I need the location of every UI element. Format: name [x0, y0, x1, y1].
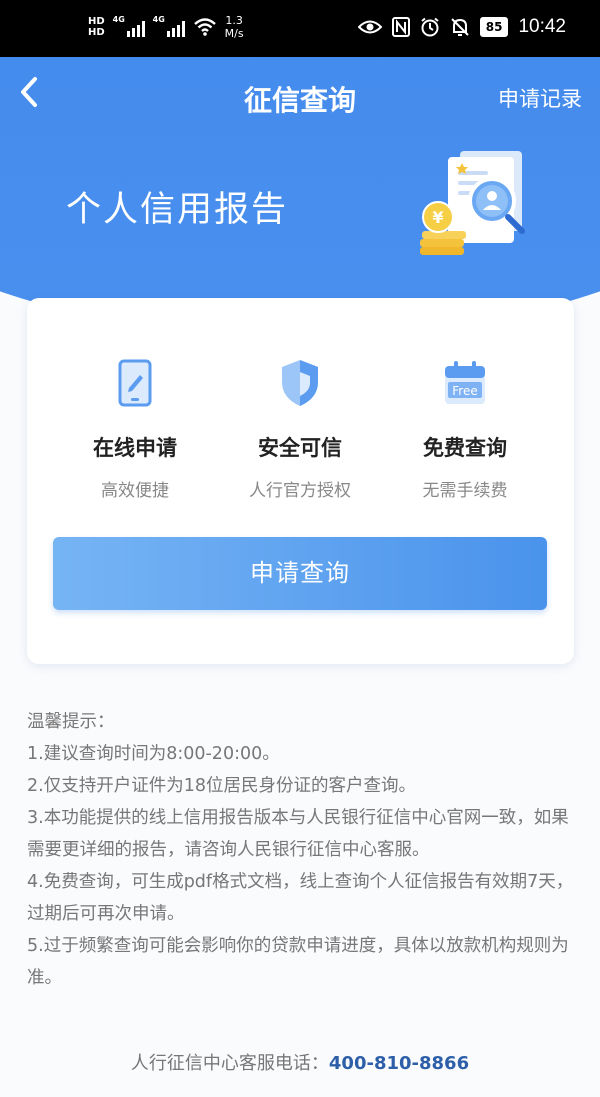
nfc-icon: [391, 17, 410, 37]
feature-subtitle: 高效便捷: [101, 481, 169, 501]
mute-bell-icon: [451, 18, 469, 36]
application-records-link[interactable]: 申请记录: [498, 83, 582, 113]
wifi-icon: [193, 18, 216, 36]
tips-title: 温馨提示：: [27, 712, 115, 732]
status-left: HD HD 4G 4G 1.3 M/s: [88, 14, 244, 40]
tips-section: 温馨提示： 1.建议查询时间为8:00-20:00。 2.仅支持开户证件为18位…: [27, 706, 579, 994]
free-icon-text: Free: [452, 384, 477, 398]
speed-unit: M/s: [224, 27, 244, 40]
status-bar: HD HD 4G 4G 1.3 M/s 85 10:42: [0, 0, 600, 57]
network-speed: 1.3 M/s: [225, 14, 244, 40]
status-right: 85 10:42: [357, 16, 566, 38]
feature-title: 在线申请: [93, 436, 177, 460]
credit-report-illustration: ¥: [420, 151, 525, 255]
tip-item: 1.建议查询时间为8:00-20:00。: [27, 744, 280, 764]
apply-query-button[interactable]: 申请查询: [53, 537, 547, 610]
hd-label-1: HD: [88, 16, 105, 27]
feature-free: Free 免费查询 无需手续费: [375, 358, 555, 501]
feature-subtitle: 无需手续费: [422, 481, 508, 501]
network-label-1: 4G: [112, 15, 125, 24]
feature-title: 安全可信: [258, 436, 342, 460]
customer-service-footer: 人行征信中心客服电话：400-810-8866: [0, 1049, 600, 1075]
svg-text:¥: ¥: [432, 208, 443, 227]
feature-subtitle: 人行官方授权: [249, 481, 351, 501]
free-calendar-icon: Free: [445, 361, 485, 404]
hotline-label: 人行征信中心客服电话：: [130, 1053, 329, 1074]
tip-item: 3.本功能提供的线上信用报告版本与人民银行征信中心官网一致，如果需要更详细的报告…: [27, 808, 569, 860]
eye-icon: [357, 20, 382, 34]
hd-indicators: HD HD: [88, 16, 105, 38]
tip-item: 5.过于频繁查询可能会影响你的贷款申请进度，具体以放款机构规则为准。: [27, 936, 569, 988]
feature-secure: 安全可信 人行官方授权: [210, 358, 390, 501]
battery-indicator: 85: [479, 17, 509, 37]
speed-value: 1.3: [225, 14, 243, 27]
signal-icon-2: 4G: [152, 15, 185, 37]
banner-title: 个人信用报告: [66, 190, 289, 230]
features-card: 在线申请 高效便捷 安全可信 人行官方授权 Free 免费查询 无需手续费 申请…: [27, 298, 574, 664]
tablet-pen-icon: [118, 359, 152, 407]
signal-icon-1: 4G: [112, 15, 145, 37]
shield-icon: [282, 360, 318, 406]
feature-online-apply: 在线申请 高效便捷: [45, 358, 225, 501]
hd-label-2: HD: [88, 27, 105, 38]
tip-item: 2.仅支持开户证件为18位居民身份证的客户查询。: [27, 776, 416, 796]
tip-item: 4.免费查询，可生成pdf格式文档，线上查询个人征信报告有效期7天，过期后可再次…: [27, 872, 574, 924]
feature-title: 免费查询: [423, 436, 507, 460]
hotline-number-link[interactable]: 400-810-8866: [329, 1053, 469, 1074]
status-time: 10:42: [518, 16, 566, 37]
network-label-2: 4G: [152, 15, 165, 24]
alarm-icon: [421, 17, 439, 37]
